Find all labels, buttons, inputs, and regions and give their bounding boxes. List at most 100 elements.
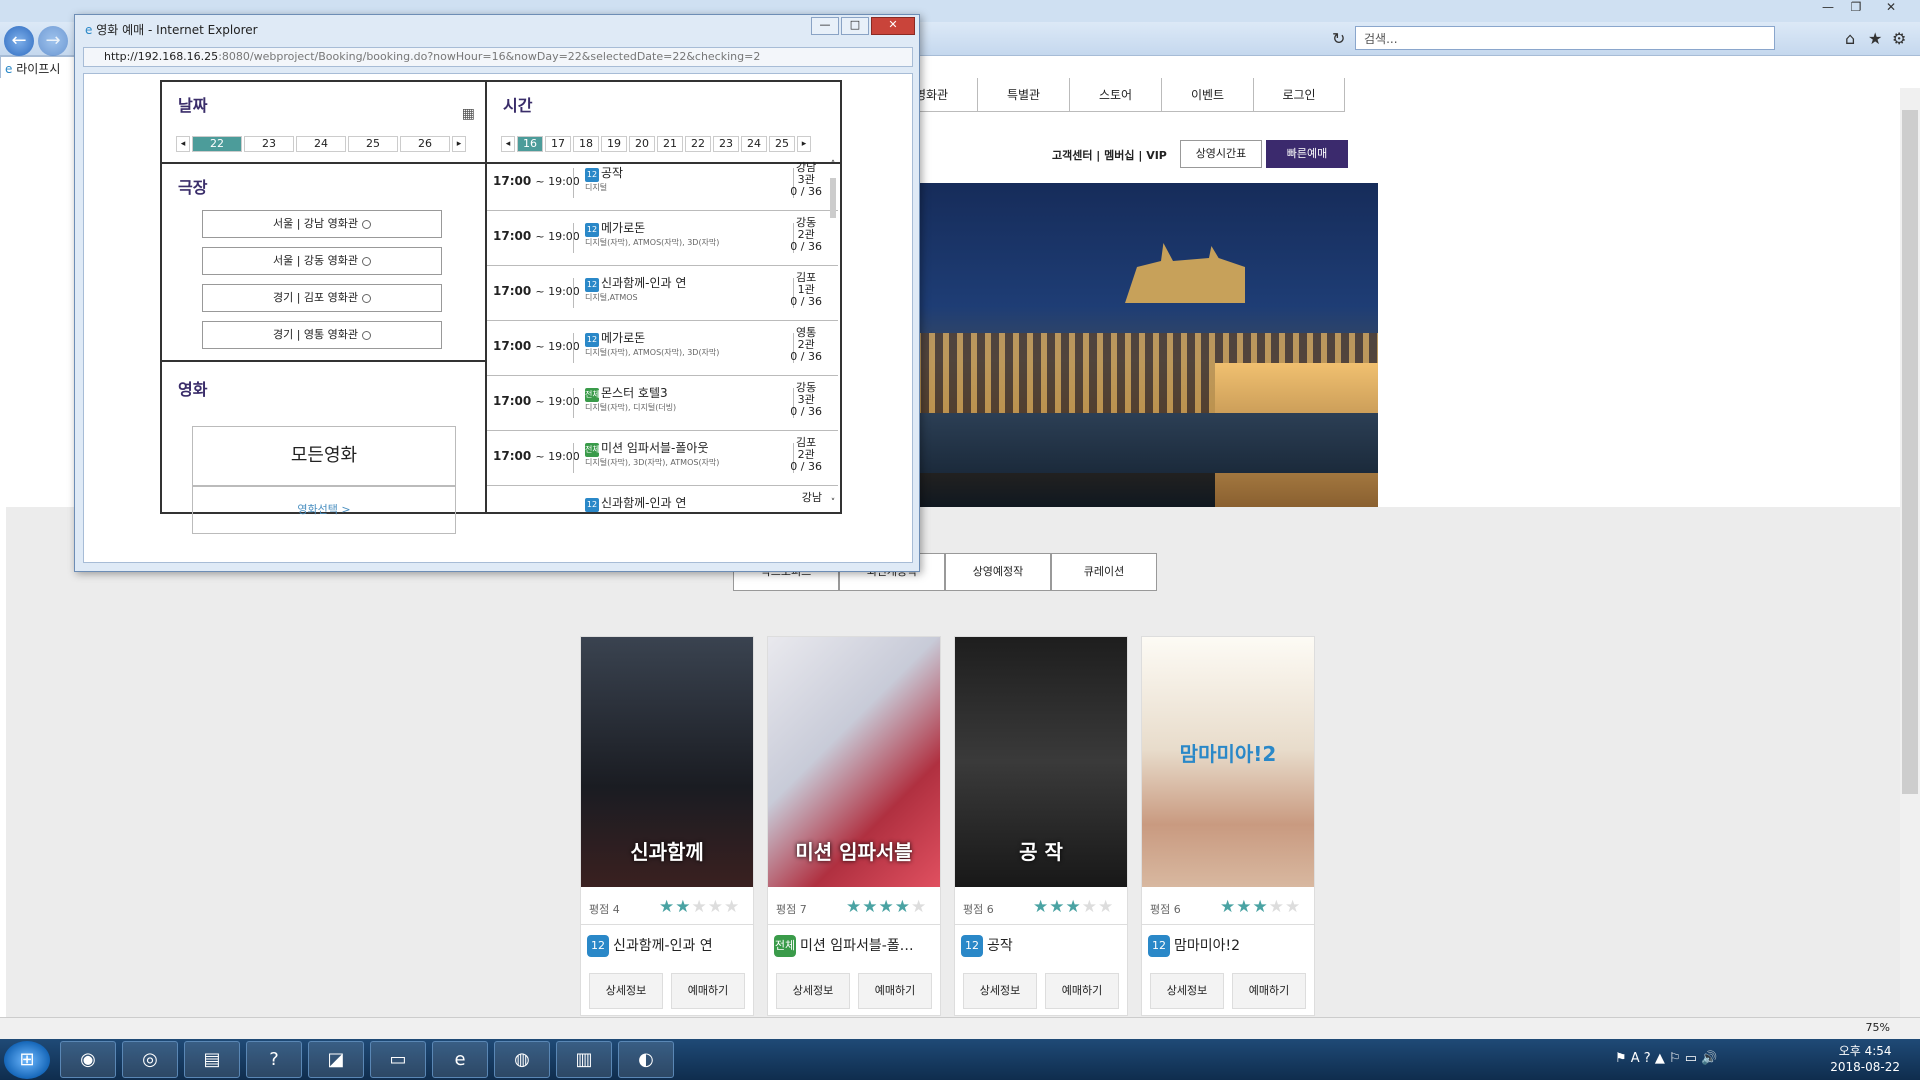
nav-event[interactable]: 이벤트 [1161,78,1253,112]
start-time: 17:00 [493,394,532,408]
session-row[interactable]: 17:00 ~ 19:00 전체미션 임파서블-폴아웃 디지털(자막), 3D(… [487,431,838,486]
nav-special[interactable]: 특별관 [977,78,1069,112]
popup-url[interactable]: http://192.168.16.25:8080/webproject/Boo… [83,47,913,67]
radio-icon[interactable] [362,219,372,229]
maximize-icon[interactable]: □ [841,17,869,35]
movie-poster[interactable]: 미션 임파서블 [768,637,940,887]
hour-cell[interactable]: 22 [685,136,711,152]
restore-icon[interactable]: ❐ [1843,0,1869,16]
session-row[interactable]: 17:00 ~ 19:00 12 공작 디지털 강남 3관 0 / 36 [487,156,838,211]
session-row[interactable]: 17:00 ~ 19:00 전체몬스터 호텔3 디지털(자막), 디지털(더빙)… [487,376,838,431]
tab-upcoming[interactable]: 상영예정작 [945,553,1051,591]
scrollbar-thumb[interactable] [1902,110,1918,794]
next-date-icon[interactable]: ▸ [452,136,466,152]
ie-icon[interactable]: e [432,1041,488,1078]
movie-title[interactable]: 12 공작 [955,925,1127,965]
start-button[interactable]: ⊞ [4,1041,50,1079]
hour-cell[interactable]: 21 [657,136,683,152]
theater-option[interactable]: 서울 | 강남 영화관 [202,210,442,238]
date-cell[interactable]: 24 [296,136,346,152]
date-cell[interactable]: 25 [348,136,398,152]
office-icon[interactable]: ◪ [308,1041,364,1078]
poster-title: 공 작 [1019,840,1063,864]
book-button[interactable]: 예매하기 [1045,973,1119,1009]
chrome-icon[interactable]: ◎ [122,1041,178,1078]
detail-button[interactable]: 상세정보 [776,973,850,1009]
theater-option[interactable]: 경기 | 김포 영화관 [202,284,442,312]
session-list[interactable]: 17:00 ~ 19:00 12 공작 디지털 강남 3관 0 / 36 17:00 … [487,156,838,512]
next-hour-icon[interactable]: ▸ [797,136,811,152]
hour-cell[interactable]: 24 [741,136,767,152]
notes-icon[interactable]: ▭ [370,1041,426,1078]
eclipse-icon[interactable]: ◉ [60,1041,116,1078]
close-icon[interactable]: ✕ [871,17,915,35]
date-cell[interactable]: 26 [400,136,450,152]
back-button[interactable]: ← [4,26,34,56]
detail-button[interactable]: 상세정보 [589,973,663,1009]
session-time: 17:00 ~ 19:00 [493,284,580,298]
nav-login[interactable]: 로그인 [1253,78,1345,112]
database-icon[interactable]: ▥ [556,1041,612,1078]
search-input[interactable]: 검색... [1355,26,1775,50]
close-icon[interactable]: ✕ [1871,0,1911,16]
prev-hour-icon[interactable]: ◂ [501,136,515,152]
movie-title[interactable]: 12 신과함께-인과 연 [581,925,753,965]
tab-curation[interactable]: 큐레이션 [1051,553,1157,591]
theater-option[interactable]: 경기 | 영통 영화관 [202,321,442,349]
session-row[interactable]: 17:00 ~ 19:00 12 메가로돈 디지털(자막), ATMOS(자막),… [487,211,838,266]
theater-option[interactable]: 서울 | 강동 영화관 [202,247,442,275]
detail-button[interactable]: 상세정보 [1150,973,1224,1009]
refresh-icon[interactable]: ↻ [1332,29,1345,48]
forward-button[interactable]: → [38,26,68,56]
help-icon[interactable]: ? [246,1041,302,1078]
quick-booking-button[interactable]: 빠른예매 [1266,140,1348,168]
system-tray[interactable]: ⚑ A ? ▲ ⚐ ▭ 🔊 [1615,1051,1717,1066]
date-cell[interactable]: 22 [192,136,242,152]
book-button[interactable]: 예매하기 [1232,973,1306,1009]
movie-title[interactable]: 전체 미션 임파서블-폴… [768,925,940,965]
hour-cell[interactable]: 20 [629,136,655,152]
prev-date-icon[interactable]: ◂ [176,136,190,152]
browser-tab[interactable]: e 라이프시 [0,56,75,78]
session-row[interactable]: 17:00 ~ 19:00 12 신과함께-인과 연 디지털,ATMOS 김포 1관… [487,266,838,321]
movie-select-button[interactable]: 영화선택 > [192,486,456,534]
zoom-level[interactable]: 75% [1866,1021,1890,1034]
minimize-icon[interactable]: — [1815,0,1841,16]
all-movies-button[interactable]: 모든영화 [192,426,456,486]
hour-cell[interactable]: 23 [713,136,739,152]
date-cell[interactable]: 23 [244,136,294,152]
movie-poster[interactable]: 신과함께 [581,637,753,887]
hour-cell[interactable]: 19 [601,136,627,152]
clock[interactable]: 오후 4:54 2018-08-22 [1830,1043,1900,1075]
radio-icon[interactable] [362,256,372,266]
session-row[interactable]: 12 신과함께-인과 연 강남 [487,486,838,512]
calendar-icon[interactable]: ▦ [462,106,475,122]
rating: 평점 4 ★★★★★ [581,887,753,925]
app-icon[interactable]: ◍ [494,1041,550,1078]
radio-icon[interactable] [362,293,372,303]
movie-poster[interactable]: 맘마미아!2 [1142,637,1314,887]
book-button[interactable]: 예매하기 [858,973,932,1009]
nav-store[interactable]: 스토어 [1069,78,1161,112]
hour-cell[interactable]: 25 [769,136,795,152]
movie-title[interactable]: 12 맘마미아!2 [1142,925,1314,965]
home-icon[interactable]: ⌂ [1845,29,1855,48]
hour-cell[interactable]: 16 [517,136,543,152]
gear-icon[interactable]: ⚙ [1892,29,1906,48]
minimize-icon[interactable]: — [811,17,839,35]
hour-cell[interactable]: 17 [545,136,571,152]
session-scrollbar[interactable]: ˄ ˅ [828,160,838,508]
movie-poster[interactable]: 공 작 [955,637,1127,887]
book-button[interactable]: 예매하기 [671,973,745,1009]
favorites-star-icon[interactable]: ★ [1868,29,1882,48]
page-scrollbar[interactable] [1900,88,1920,1018]
color-app-icon[interactable]: ◐ [618,1041,674,1078]
showtime-button[interactable]: 상영시간표 [1180,140,1262,168]
hour-cell[interactable]: 18 [573,136,599,152]
folder-icon[interactable]: ▤ [184,1041,240,1078]
detail-button[interactable]: 상세정보 [963,973,1037,1009]
scrollbar-thumb[interactable] [830,178,836,218]
util-links[interactable]: 고객센터 | 멤버십 | VIP [1052,147,1167,163]
radio-icon[interactable] [362,330,372,340]
session-row[interactable]: 17:00 ~ 19:00 12 메가로돈 디지털(자막), ATMOS(자막),… [487,321,838,376]
